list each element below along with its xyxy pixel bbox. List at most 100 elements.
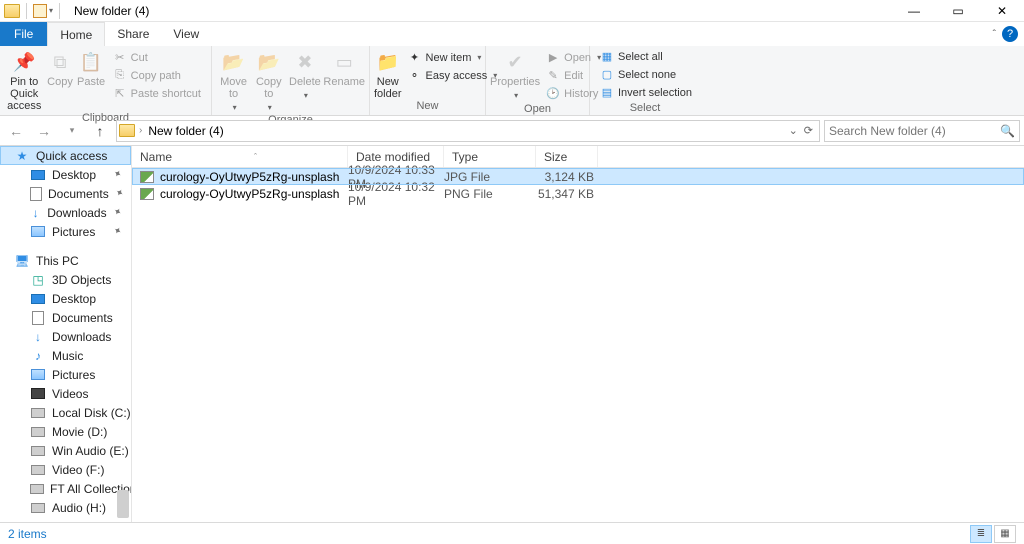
pin-to-quick-access-button[interactable]: 📌 Pin to Quick access bbox=[4, 48, 44, 112]
move-to-button[interactable]: 📂 Move to▾ bbox=[216, 48, 251, 114]
recent-locations-button[interactable]: ▾ bbox=[60, 119, 84, 143]
sidebar-item-audio-h[interactable]: Audio (H:) bbox=[0, 498, 131, 517]
tab-view[interactable]: View bbox=[161, 22, 211, 46]
disk-icon bbox=[31, 446, 45, 456]
forward-button[interactable]: → bbox=[32, 119, 56, 143]
desktop-icon bbox=[31, 294, 45, 304]
sidebar-item-pictures-pc[interactable]: Pictures bbox=[0, 365, 131, 384]
ribbon-group-organize: 📂 Move to▾ 📂 Copy to▾ ✖ Delete▾ ▭ Rename… bbox=[212, 46, 370, 115]
refresh-icon[interactable]: ⟳ bbox=[804, 124, 813, 137]
image-thumbnail-icon bbox=[140, 171, 154, 183]
sidebar-item-desktop[interactable]: Desktop✦ bbox=[0, 165, 131, 184]
maximize-button[interactable]: ▭ bbox=[936, 0, 980, 22]
sidebar-item-win-audio-e[interactable]: Win Audio (E:) bbox=[0, 441, 131, 460]
select-all-icon: ▦ bbox=[600, 50, 614, 64]
select-all-button[interactable]: ▦Select all bbox=[596, 48, 696, 65]
rename-button[interactable]: ▭ Rename bbox=[323, 48, 365, 88]
copy-path-button[interactable]: ⎘Copy path bbox=[109, 67, 205, 84]
properties-icon: ✔ bbox=[503, 50, 527, 74]
back-button[interactable]: ← bbox=[4, 119, 28, 143]
separator bbox=[26, 3, 27, 19]
qat-dropdown-icon[interactable]: ▾ bbox=[49, 6, 53, 15]
sidebar-item-pictures[interactable]: Pictures✦ bbox=[0, 222, 131, 241]
disk-icon bbox=[30, 484, 44, 494]
sidebar-item-desktop-pc[interactable]: Desktop bbox=[0, 289, 131, 308]
chevron-right-icon[interactable]: › bbox=[139, 125, 142, 136]
address-bar[interactable]: › New folder (4) ⌄ ⟳ bbox=[116, 120, 820, 142]
table-row[interactable]: curology-OyUtwyP5zRg-unsplash10/9/2024 1… bbox=[132, 168, 1024, 185]
invert-selection-button[interactable]: ▤Invert selection bbox=[596, 84, 696, 101]
copy-icon: ⧉ bbox=[48, 50, 72, 74]
star-icon: ★ bbox=[14, 149, 30, 163]
sidebar-item-documents-pc[interactable]: Documents bbox=[0, 308, 131, 327]
column-name[interactable]: Nameˆ bbox=[132, 146, 348, 167]
sidebar-item-downloads-pc[interactable]: ↓Downloads bbox=[0, 327, 131, 346]
minimize-button[interactable]: ― bbox=[892, 0, 936, 22]
group-label: Open bbox=[486, 103, 589, 115]
delete-button[interactable]: ✖ Delete▾ bbox=[286, 48, 323, 102]
sidebar-item-3d-objects[interactable]: ◳3D Objects bbox=[0, 270, 131, 289]
delete-icon: ✖ bbox=[293, 50, 317, 74]
quick-access-toolbar: ▾ bbox=[0, 3, 68, 19]
disk-icon bbox=[31, 465, 45, 475]
table-row[interactable]: curology-OyUtwyP5zRg-unsplash10/9/2024 1… bbox=[132, 185, 1024, 202]
close-button[interactable]: ✕ bbox=[980, 0, 1024, 22]
ribbon: 📌 Pin to Quick access ⧉ Copy 📋 Paste ✂Cu… bbox=[0, 46, 1024, 116]
breadcrumb[interactable]: New folder (4) bbox=[146, 124, 225, 138]
pin-icon: ✦ bbox=[113, 187, 126, 201]
tab-share[interactable]: Share bbox=[105, 22, 161, 46]
file-size: 51,347 KB bbox=[536, 187, 598, 201]
pc-icon: 🖥 bbox=[14, 254, 30, 268]
new-folder-icon: 📁 bbox=[376, 50, 400, 74]
search-input[interactable] bbox=[829, 124, 1000, 138]
tab-file[interactable]: File bbox=[0, 22, 47, 46]
group-label: New bbox=[370, 100, 485, 115]
help-icon[interactable]: ? bbox=[1002, 26, 1018, 42]
properties-button[interactable]: ✔ Properties▾ bbox=[490, 48, 540, 102]
copy-button[interactable]: ⧉ Copy bbox=[44, 48, 75, 88]
sidebar-item-this-pc[interactable]: 🖥This PC bbox=[0, 251, 131, 270]
folder-icon bbox=[119, 124, 135, 137]
image-thumbnail-icon bbox=[140, 188, 154, 200]
search-box[interactable]: 🔍 bbox=[824, 120, 1020, 142]
up-button[interactable]: ↑ bbox=[88, 119, 112, 143]
icons-view-button[interactable]: ▦ bbox=[994, 525, 1016, 543]
column-type[interactable]: Type bbox=[444, 146, 536, 167]
sidebar-item-local-disk[interactable]: Local Disk (C:) bbox=[0, 403, 131, 422]
new-folder-button[interactable]: 📁 New folder bbox=[374, 48, 402, 100]
navigation-pane[interactable]: ★Quick access Desktop✦ Documents✦ ↓Downl… bbox=[0, 146, 132, 522]
tab-home[interactable]: Home bbox=[47, 22, 105, 46]
minimize-ribbon-icon[interactable]: ˆ bbox=[993, 29, 996, 40]
search-icon[interactable]: 🔍 bbox=[1000, 124, 1015, 138]
ribbon-tabs: File Home Share View ˆ ? bbox=[0, 22, 1024, 46]
easy-access-icon: ⚬ bbox=[408, 69, 422, 83]
copy-label: Copy bbox=[47, 76, 73, 88]
rename-icon: ▭ bbox=[332, 50, 356, 74]
sidebar-item-documents[interactable]: Documents✦ bbox=[0, 184, 131, 203]
invert-icon: ▤ bbox=[600, 86, 614, 100]
ribbon-group-select: ▦Select all ▢Select none ▤Invert selecti… bbox=[590, 46, 700, 115]
open-icon: ▶ bbox=[546, 51, 560, 65]
sidebar-item-music[interactable]: ♪Music bbox=[0, 346, 131, 365]
file-type: JPG File bbox=[444, 170, 536, 184]
scrollbar-thumb[interactable] bbox=[117, 490, 129, 518]
file-name: curology-OyUtwyP5zRg-unsplash bbox=[160, 170, 339, 184]
pin-icon: 📌 bbox=[12, 50, 36, 74]
cut-button[interactable]: ✂Cut bbox=[109, 49, 205, 66]
address-dropdown-icon[interactable]: ⌄ bbox=[789, 124, 798, 137]
sidebar-item-videos[interactable]: Videos bbox=[0, 384, 131, 403]
sidebar-item-movie-d[interactable]: Movie (D:) bbox=[0, 422, 131, 441]
paste-shortcut-button[interactable]: ⇱Paste shortcut bbox=[109, 85, 205, 102]
sidebar-item-video-f[interactable]: Video (F:) bbox=[0, 460, 131, 479]
select-none-button[interactable]: ▢Select none bbox=[596, 66, 696, 83]
copy-to-button[interactable]: 📂 Copy to▾ bbox=[251, 48, 286, 114]
file-list: Nameˆ Date modified Type Size curology-O… bbox=[132, 146, 1024, 522]
column-size[interactable]: Size bbox=[536, 146, 598, 167]
navigation-bar: ← → ▾ ↑ › New folder (4) ⌄ ⟳ 🔍 bbox=[0, 116, 1024, 146]
sidebar-item-quick-access[interactable]: ★Quick access bbox=[0, 146, 131, 165]
paste-button[interactable]: 📋 Paste bbox=[76, 48, 107, 88]
details-view-button[interactable]: ≣ bbox=[970, 525, 992, 543]
sidebar-item-ft-all[interactable]: FT All Collection bbox=[0, 479, 131, 498]
ribbon-group-new: 📁 New folder ✦New item▾ ⚬Easy access▾ Ne… bbox=[370, 46, 486, 115]
sidebar-item-downloads[interactable]: ↓Downloads✦ bbox=[0, 203, 131, 222]
